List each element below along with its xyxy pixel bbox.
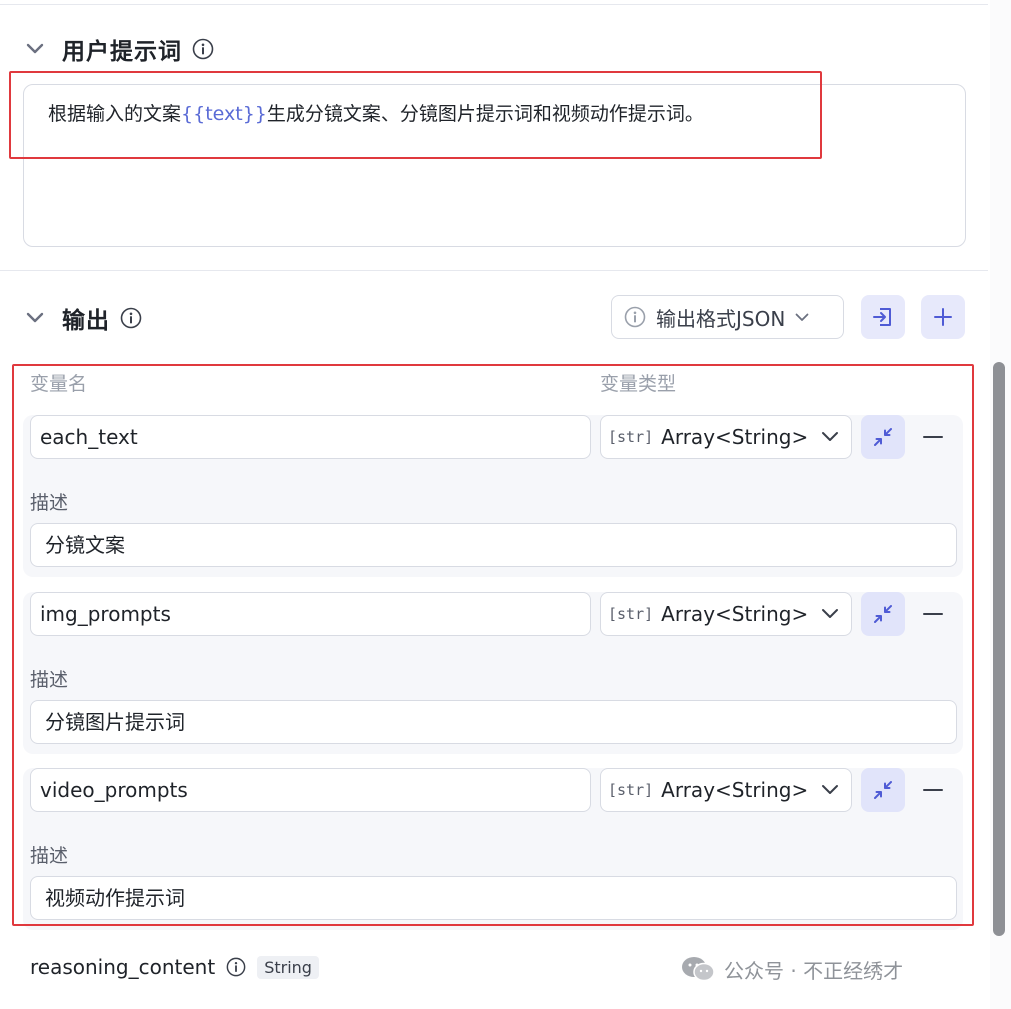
minus-icon (923, 612, 943, 616)
string-type-icon: [str] (608, 428, 654, 446)
chevron-down-icon (795, 313, 809, 322)
collapse-arrows-icon (872, 426, 894, 448)
variable-token[interactable]: {{text}} (181, 103, 267, 125)
watermark: 公众号 · 不正经绣才 (680, 954, 903, 984)
chevron-down-icon[interactable] (24, 307, 46, 329)
variable-type-label: Array<String> (661, 778, 809, 802)
info-icon (624, 306, 646, 328)
variable-description-input[interactable]: 视频动作提示词 (30, 876, 957, 920)
user-prompt-title: 用户提示词 (62, 39, 182, 65)
output-title: 输出 (62, 308, 110, 334)
collapse-button[interactable] (861, 592, 905, 636)
output-format-label: 输出格式JSON (656, 306, 786, 331)
user-prompt-editor[interactable]: 根据输入的文案{{text}}生成分镜文案、分镜图片提示词和视频动作提示词。 (23, 84, 966, 247)
string-type-icon: [str] (608, 781, 654, 799)
remove-variable-button[interactable] (921, 778, 945, 802)
description-label: 描述 (30, 845, 69, 867)
chevron-down-icon[interactable] (24, 38, 46, 60)
chevron-down-icon (819, 426, 841, 448)
variable-type-label: Array<String> (661, 425, 809, 449)
node-config-panel: 用户提示词 根据输入的文案{{text}}生成分镜文案、分镜图片提示词和视频动作… (0, 0, 990, 1009)
reasoning-content-name: reasoning_content (30, 955, 216, 979)
minus-icon (923, 788, 943, 792)
description-label: 描述 (30, 492, 69, 514)
remove-variable-button[interactable] (921, 602, 945, 626)
chevron-down-icon (819, 603, 841, 625)
column-header-type: 变量类型 (600, 373, 677, 395)
variable-type-select[interactable]: [str] Array<String> (600, 415, 852, 459)
variable-type-label: Array<String> (661, 602, 809, 626)
output-variable-row: video_prompts [str] Array<String> 描述 视频动… (23, 768, 963, 930)
output-header[interactable]: 输出 (24, 301, 142, 335)
collapse-button[interactable] (861, 768, 905, 812)
top-divider (0, 4, 988, 5)
variable-type-select[interactable]: [str] Array<String> (600, 768, 852, 812)
variable-name-input[interactable]: each_text (30, 415, 591, 459)
variable-description-input[interactable]: 分镜文案 (30, 523, 957, 567)
scrollbar-thumb[interactable] (993, 362, 1005, 936)
collapse-arrows-icon (872, 779, 894, 801)
minus-icon (923, 435, 943, 439)
section-divider (0, 270, 988, 271)
import-icon (871, 305, 895, 329)
info-icon[interactable] (192, 38, 214, 60)
variable-name-input[interactable]: video_prompts (30, 768, 591, 812)
watermark-text: 公众号 · 不正经绣才 (724, 958, 904, 983)
string-type-icon: [str] (608, 605, 654, 623)
info-icon[interactable] (120, 307, 142, 329)
column-header-name: 变量名 (30, 373, 88, 395)
user-prompt-header[interactable]: 用户提示词 (24, 32, 214, 66)
plus-icon (933, 307, 953, 327)
wechat-icon (680, 955, 716, 983)
import-button[interactable] (861, 295, 905, 339)
user-prompt-text[interactable]: 根据输入的文案{{text}}生成分镜文案、分镜图片提示词和视频动作提示词。 (48, 99, 704, 126)
collapse-arrows-icon (872, 603, 894, 625)
output-format-select[interactable]: 输出格式JSON (611, 295, 844, 339)
variable-type-select[interactable]: [str] Array<String> (600, 592, 852, 636)
add-variable-button[interactable] (921, 295, 965, 339)
type-badge: String (257, 955, 319, 979)
info-icon[interactable] (225, 956, 247, 978)
collapse-button[interactable] (861, 415, 905, 459)
variable-description-input[interactable]: 分镜图片提示词 (30, 700, 957, 744)
chevron-down-icon (819, 779, 841, 801)
variable-name-input[interactable]: img_prompts (30, 592, 591, 636)
remove-variable-button[interactable] (921, 425, 945, 449)
description-label: 描述 (30, 669, 69, 691)
output-variable-row: img_prompts [str] Array<String> 描述 分镜图片提… (23, 592, 963, 754)
reasoning-content-field: reasoning_content String (30, 952, 319, 982)
output-variable-row: each_text [str] Array<String> 描述 分镜文案 (23, 415, 963, 577)
